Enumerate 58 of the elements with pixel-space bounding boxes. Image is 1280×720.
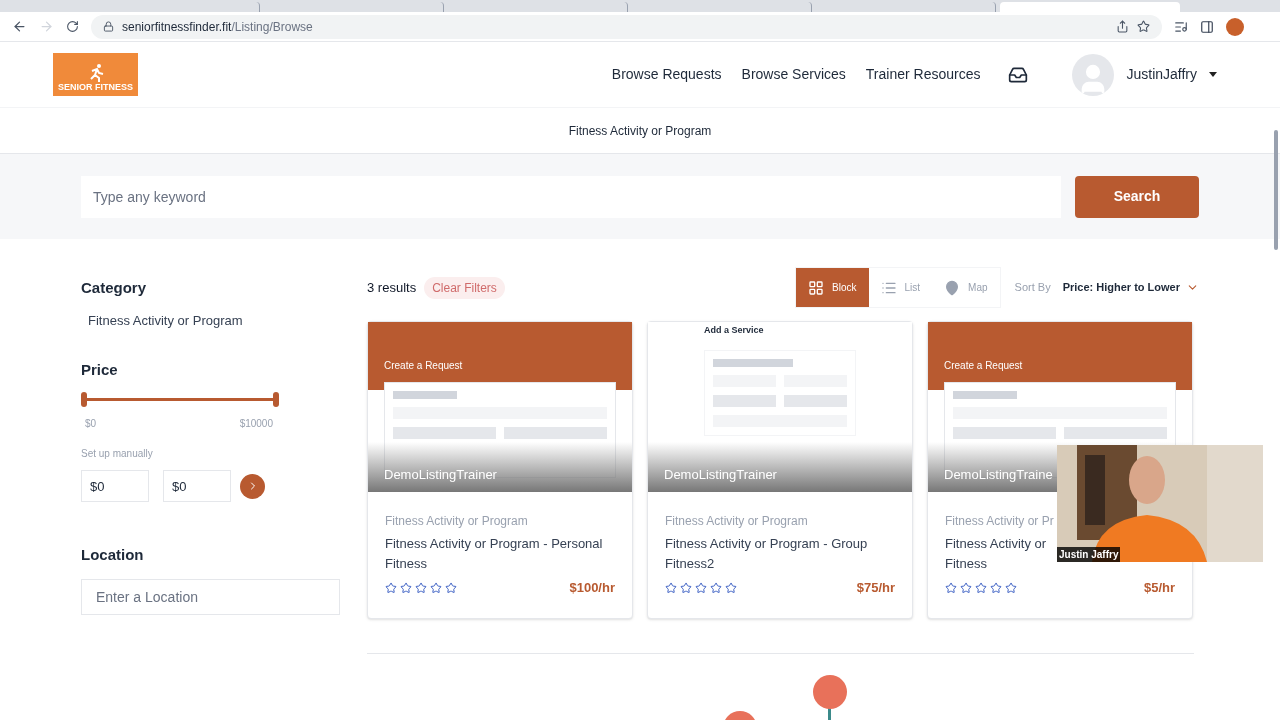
scrollbar[interactable]	[1274, 130, 1278, 250]
section-heading: Price	[81, 359, 119, 380]
media-icon[interactable]	[1174, 19, 1188, 34]
nav-link[interactable]: Browse Requests	[611, 64, 722, 85]
reload-icon[interactable]	[66, 20, 79, 33]
manual-price-label: Set up manually	[81, 447, 154, 461]
listing-card[interactable]: Add a Service DemoListingTrainer Fitness Activity or Program Fitness Activity or Program - Group Fitness2 $75/hr	[647, 321, 913, 619]
trainer-name: DemoListingTrainer	[384, 465, 497, 484]
thumbnail-title: Create a Request	[944, 359, 1024, 373]
lock-icon	[103, 21, 114, 32]
sort-label: Sort By	[1014, 280, 1051, 296]
results-count: 3 results	[367, 278, 417, 297]
bookmark-icon[interactable]	[1137, 20, 1150, 33]
listing-price: $75/hr	[856, 579, 895, 597]
trainer-name: DemoListingTrainer	[664, 465, 777, 484]
back-icon[interactable]	[12, 19, 27, 34]
side-panel-icon[interactable]	[1200, 19, 1214, 34]
sort-dropdown[interactable]: Price: Higher to Lower	[1062, 279, 1199, 296]
listing-title: Fitness Activity or Program - Personal Fitness	[385, 535, 603, 573]
apply-price-button[interactable]	[240, 473, 265, 499]
nav-link[interactable]: Trainer Resources	[865, 64, 981, 85]
price-min-label: $0	[85, 417, 97, 431]
url-text: seniorfitnessfinder.fit/Listing/Browse	[122, 18, 313, 36]
listing-category: Fitness Activity or Program	[665, 513, 809, 530]
video-caption: Justin Jaffry	[1057, 547, 1121, 562]
listing-price: $5/hr	[1143, 579, 1175, 597]
listing-category: Fitness Activity or Pr	[945, 513, 1055, 530]
trainer-name: DemoListingTraine	[944, 465, 1053, 484]
share-icon[interactable]	[1116, 20, 1129, 33]
logo-text: SENIOR FITNESS	[58, 83, 133, 92]
map-pin-icon	[944, 279, 961, 296]
location-field[interactable]: Enter a Location	[81, 578, 340, 615]
min-price-field[interactable]: $0	[81, 470, 149, 502]
listing-price: $100/hr	[569, 579, 615, 597]
category-option[interactable]: Fitness Activity or Program	[88, 311, 340, 331]
caret-icon[interactable]	[1209, 72, 1217, 77]
keyword-search-field[interactable]: Type any keyword	[81, 175, 1061, 218]
listing-card[interactable]: Create a Request DemoListingTrainer Fitness Activity or Program Fitness Activity or Program - Personal Fitness $100/hr	[367, 321, 633, 619]
page-subtitle: Fitness Activity or Program	[568, 122, 712, 140]
view-toggle-tab[interactable]: Block	[796, 268, 869, 307]
profile-avatar[interactable]	[1226, 17, 1244, 36]
user-name[interactable]: JustinJaffry	[1126, 64, 1197, 85]
grid-icon	[808, 279, 825, 296]
nav-link[interactable]: Browse Services	[741, 64, 846, 85]
section-heading: Location	[81, 545, 145, 565]
thumbnail-title: Add a Service	[704, 324, 765, 337]
price-max-label: $10000	[239, 417, 273, 431]
slider-handle[interactable]	[273, 392, 279, 407]
listing-title: Fitness Activity or Program - Group Fitness2	[665, 535, 868, 573]
address-bar[interactable]: seniorfitnessfinder.fit/Listing/Browse	[91, 14, 1162, 39]
search-button[interactable]: Search	[1075, 175, 1199, 218]
slider-handle[interactable]	[81, 392, 87, 407]
listing-category: Fitness Activity or Program	[385, 513, 529, 530]
price-slider[interactable]	[81, 392, 279, 407]
thumbnail-title: Create a Request	[384, 359, 464, 373]
listing-title: Fitness Activity or Fitness	[945, 535, 1047, 573]
max-price-field[interactable]: $0	[163, 470, 231, 502]
section-heading: Category	[81, 278, 148, 298]
